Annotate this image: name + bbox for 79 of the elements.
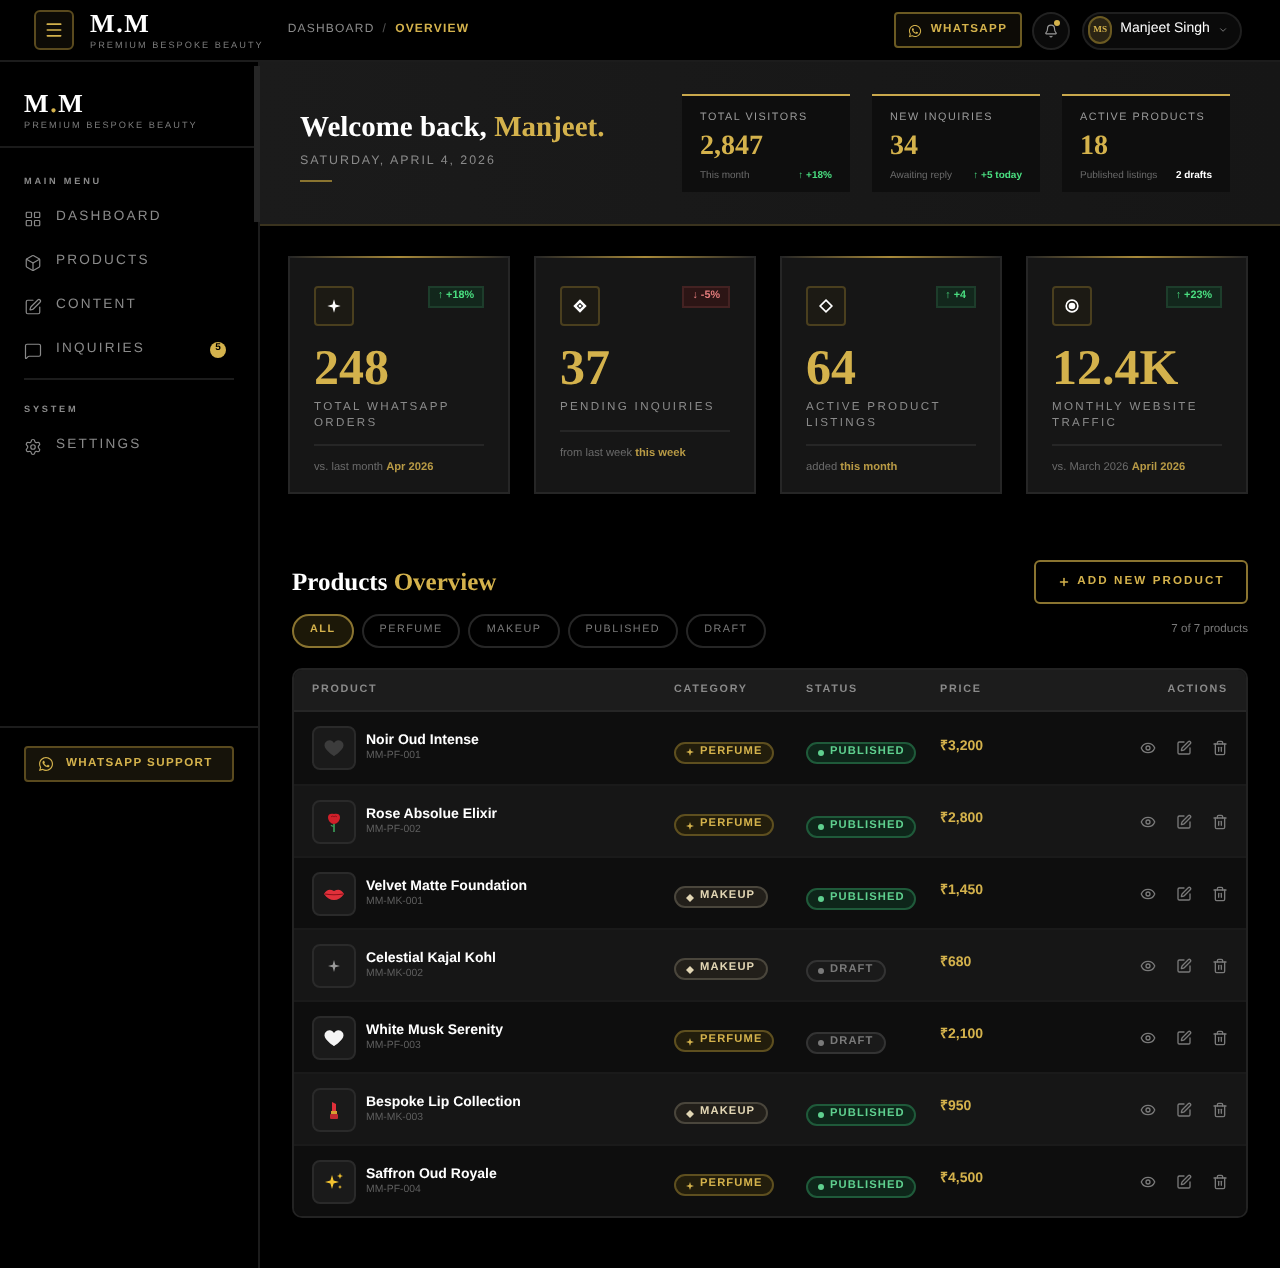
edit-button[interactable] <box>1176 1173 1192 1189</box>
delete-button[interactable] <box>1212 813 1228 829</box>
delete-button[interactable] <box>1212 957 1228 973</box>
edit-button[interactable] <box>1176 813 1192 829</box>
star-icon <box>686 748 694 756</box>
view-button[interactable] <box>1140 885 1156 901</box>
stat-value: 64 <box>806 348 856 392</box>
view-button[interactable] <box>1140 1029 1156 1045</box>
diamond-outline-icon <box>806 286 846 326</box>
delete-button[interactable] <box>1212 1101 1228 1117</box>
eye-icon <box>1140 885 1156 901</box>
diamond-icon <box>686 1109 694 1117</box>
chat-icon <box>24 341 42 359</box>
edit-button[interactable] <box>1176 957 1192 973</box>
diamond-icon <box>686 965 694 973</box>
pen-square-icon <box>24 297 42 315</box>
lips-icon <box>312 871 356 915</box>
rose-icon <box>312 799 356 843</box>
grid-icon <box>24 209 42 227</box>
trash-icon <box>1212 813 1228 829</box>
edit-icon <box>1176 1173 1192 1189</box>
stat-value: 37 <box>560 348 610 392</box>
whatsapp-icon <box>38 756 54 772</box>
bell-icon <box>1044 23 1058 37</box>
stat-value: 248 <box>314 348 389 392</box>
edit-icon <box>1176 740 1192 756</box>
trash-icon <box>1212 1101 1228 1117</box>
metric-value: 34 <box>890 132 918 162</box>
chevron-down-icon <box>1217 24 1228 36</box>
edit-icon <box>1176 957 1192 973</box>
star-icon <box>686 821 694 829</box>
trash-icon <box>1212 1029 1228 1045</box>
lipstick-icon <box>312 1087 356 1131</box>
logo-text: M.M <box>90 9 151 35</box>
delete-button[interactable] <box>1212 885 1228 901</box>
eye-icon <box>1140 1101 1156 1117</box>
plus-icon <box>1057 576 1070 588</box>
diamond-icon <box>686 893 694 901</box>
eye-icon <box>1140 1029 1156 1045</box>
delete-button[interactable] <box>1212 740 1228 756</box>
view-button[interactable] <box>1140 740 1156 756</box>
settings-icon <box>24 437 42 455</box>
metric-value: 18 <box>1080 132 1108 162</box>
eye-icon <box>1140 1173 1156 1189</box>
notifications-button[interactable] <box>1032 11 1070 49</box>
welcome-heading: Welcome back, Manjeet. <box>300 111 605 146</box>
edit-icon <box>1176 1101 1192 1117</box>
view-button[interactable] <box>1140 1173 1156 1189</box>
edit-icon <box>1176 1029 1192 1045</box>
box-icon <box>24 253 42 271</box>
view-button[interactable] <box>1140 813 1156 829</box>
delete-button[interactable] <box>1212 1173 1228 1189</box>
logo-text: M.M <box>24 90 85 116</box>
trash-icon <box>1212 1173 1228 1189</box>
sparkle-icon <box>312 943 356 987</box>
stat-value: 12.4K <box>1052 348 1179 392</box>
menu-icon <box>44 20 64 40</box>
star-icon <box>686 1181 694 1189</box>
star-icon <box>686 1037 694 1045</box>
menu-button[interactable] <box>34 10 74 50</box>
sparkles-icon <box>312 1159 356 1203</box>
edit-button[interactable] <box>1176 740 1192 756</box>
edit-button[interactable] <box>1176 885 1192 901</box>
edit-icon <box>1176 813 1192 829</box>
eye-icon <box>1140 957 1156 973</box>
edit-button[interactable] <box>1176 1101 1192 1117</box>
trash-icon <box>1212 885 1228 901</box>
trash-icon <box>1212 957 1228 973</box>
section-heading: Products Overview <box>292 565 497 600</box>
whatsapp-icon <box>908 23 923 37</box>
view-button[interactable] <box>1140 1101 1156 1117</box>
view-button[interactable] <box>1140 957 1156 973</box>
edit-icon <box>1176 885 1192 901</box>
edit-button[interactable] <box>1176 1029 1192 1045</box>
delete-button[interactable] <box>1212 1029 1228 1045</box>
eye-icon <box>1140 740 1156 756</box>
eye-icon <box>1140 813 1156 829</box>
metric-value: 2,847 <box>700 132 763 162</box>
trash-icon <box>1212 740 1228 756</box>
